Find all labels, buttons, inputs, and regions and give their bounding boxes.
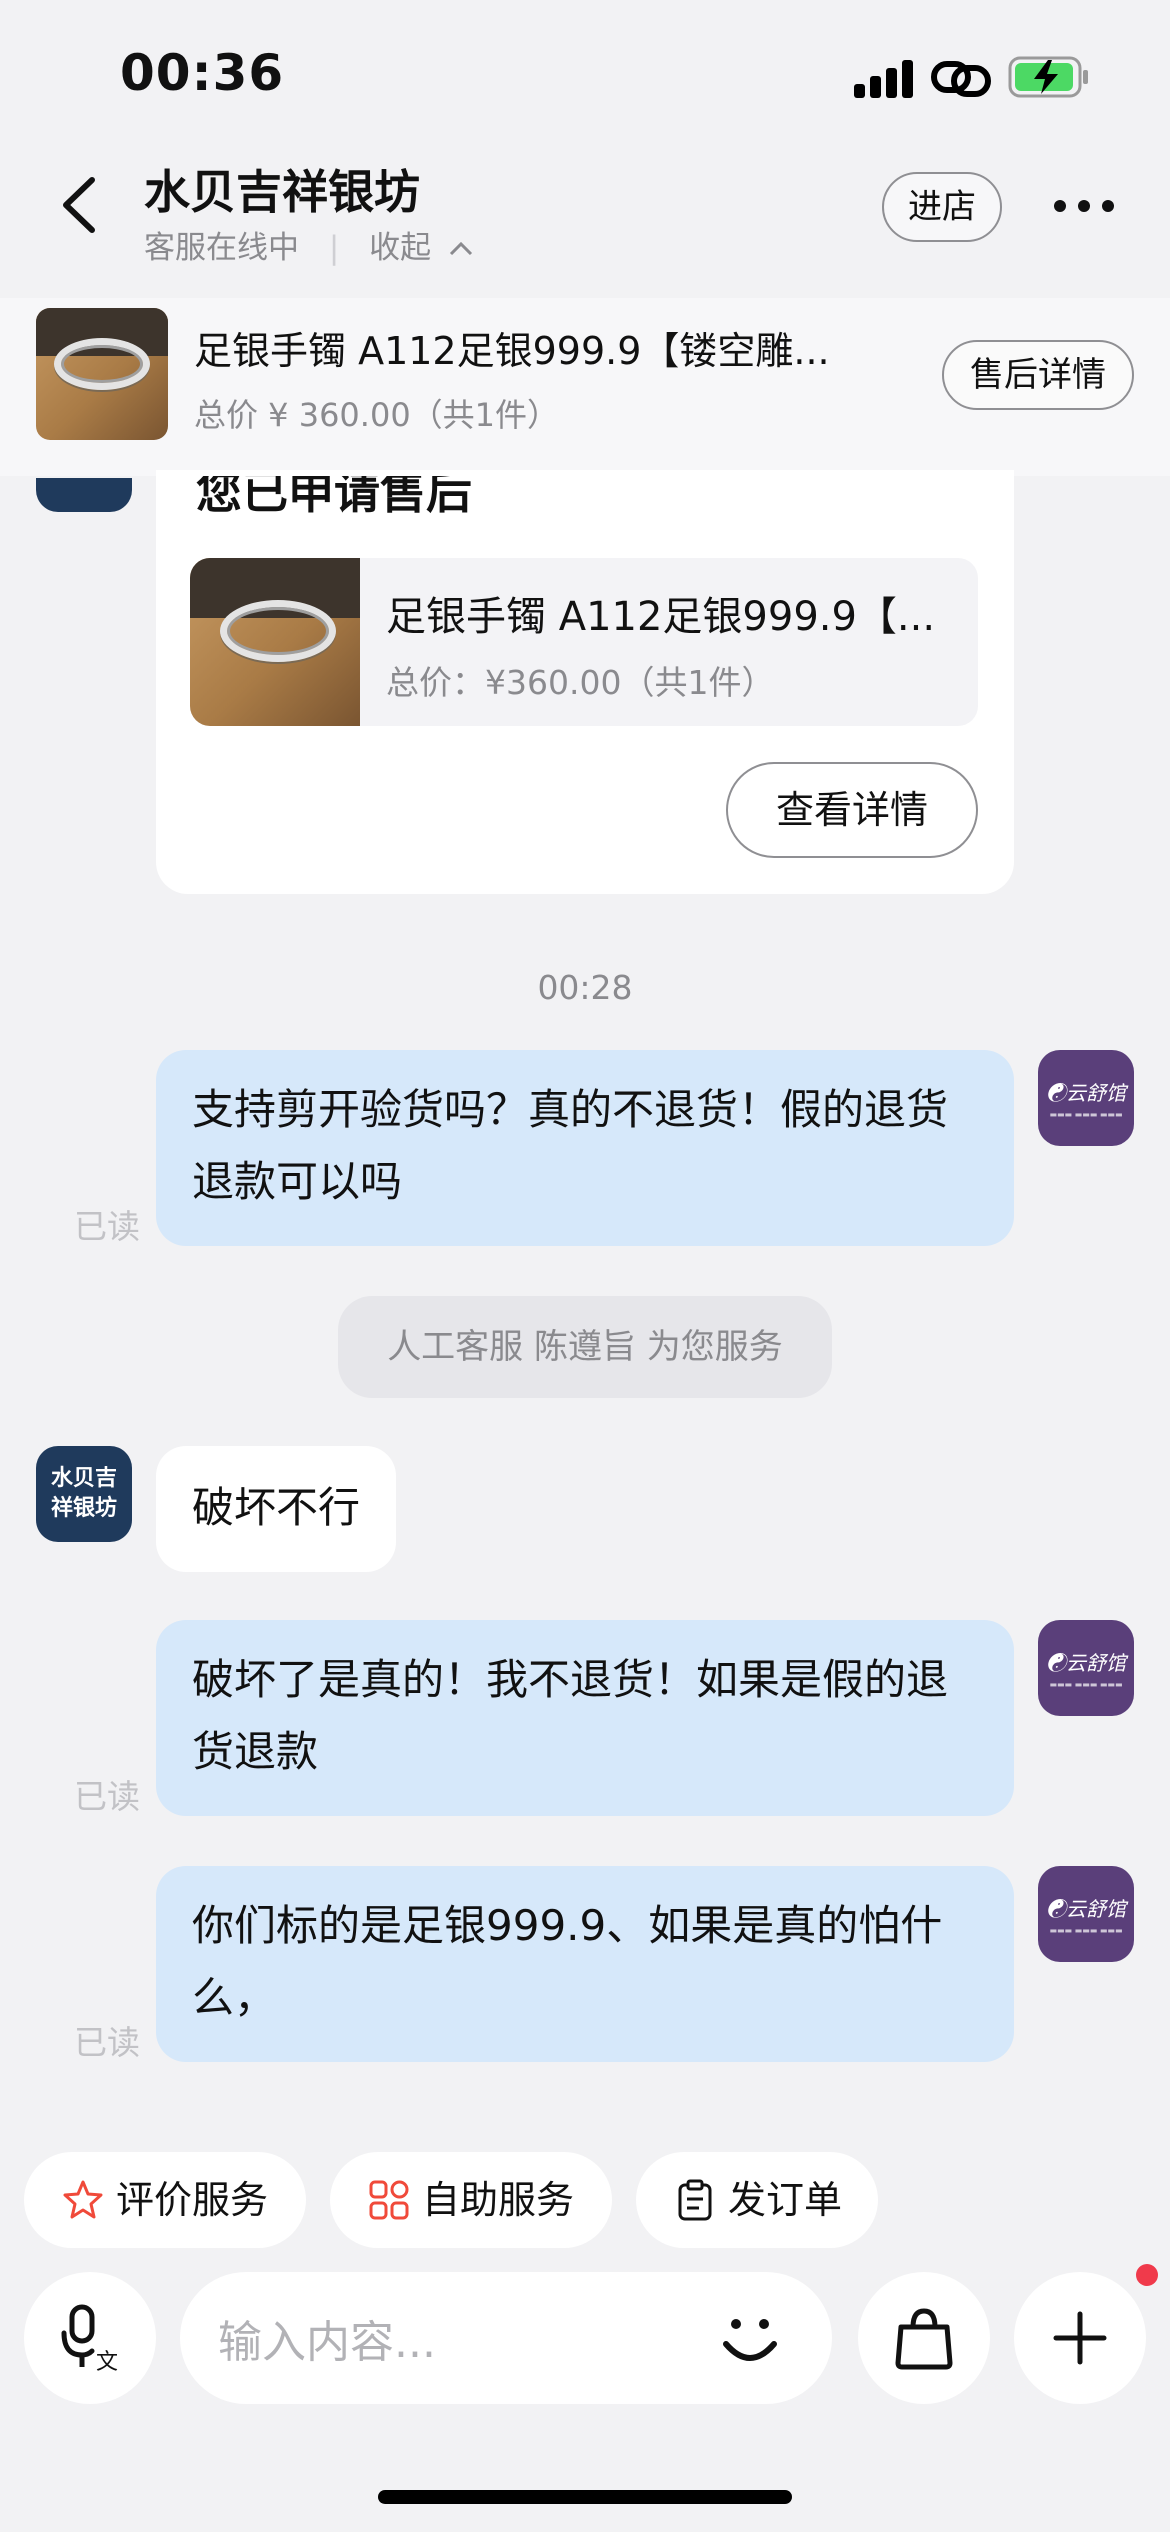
my-message[interactable]: 支持剪开验货吗？真的不退货！假的退货退款可以吗 (156, 1050, 1014, 1246)
chevron-up-icon (449, 241, 473, 256)
shop-message[interactable]: 破坏不行 (156, 1446, 397, 1572)
status-time: 00:36 (120, 44, 285, 102)
product-thumbnail[interactable] (36, 308, 168, 440)
card-product-price: 总价：¥360.00（共1件） (386, 663, 775, 702)
send-order-chip[interactable]: 发订单 (636, 2152, 878, 2248)
read-status: 已读 (74, 1777, 140, 1816)
clipboard-icon (678, 2179, 712, 2221)
service-status: 客服在线中 | 收起 (144, 222, 475, 267)
shop-title[interactable]: 水贝吉祥银坊 (144, 156, 420, 222)
aftersale-details-button[interactable]: 售后详情 (942, 340, 1134, 410)
notification-dot (1136, 2264, 1158, 2286)
shopping-bag-icon (895, 2308, 953, 2370)
timestamp: 00:28 (537, 968, 633, 1007)
chip-label: 自助服务 (422, 2178, 575, 2222)
rate-service-chip[interactable]: 评价服务 (24, 2152, 306, 2248)
product-title[interactable]: 足银手镯 A112足银999.9【镂空雕... (194, 320, 830, 375)
card-title: 您已申请售后 (196, 476, 472, 519)
plus-button[interactable] (1014, 2272, 1146, 2404)
my-message[interactable]: 破坏了是真的！我不退货！如果是假的退货退款 (156, 1620, 1014, 1816)
chip-label: 发订单 (728, 2178, 843, 2222)
user-avatar[interactable]: ☯云舒馆 ▬▬▬ ▬▬▬ ▬▬▬ (1038, 1050, 1134, 1146)
card-product-thumbnail (190, 558, 360, 726)
battery-icon (1008, 56, 1090, 102)
my-message[interactable]: 你们标的是足银999.9、如果是真的怕什么， (156, 1866, 1014, 2062)
card-title-clip: 您已申请售后 (156, 476, 1014, 536)
self-service-chip[interactable]: 自助服务 (330, 2152, 612, 2248)
shop-avatar[interactable]: 水贝吉 祥银坊 (36, 1446, 132, 1542)
plus-icon (1053, 2311, 1107, 2365)
chip-label: 评价服务 (116, 2178, 269, 2222)
product-price: 总价 ¥ 360.00（共1件） (194, 396, 560, 434)
user-avatar[interactable]: ☯云舒馆 ▬▬▬ ▬▬▬ ▬▬▬ (1038, 1866, 1134, 1962)
more-dots-icon (1054, 200, 1114, 212)
bag-button[interactable] (858, 2272, 990, 2404)
emoji-button[interactable] (712, 2300, 788, 2376)
back-button[interactable] (52, 170, 112, 240)
divider: | (328, 230, 340, 266)
view-details-button[interactable]: 查看详情 (726, 762, 978, 858)
star-icon (63, 2180, 103, 2219)
more-button[interactable] (1052, 196, 1116, 216)
online-status: 客服在线中 (144, 230, 299, 266)
home-indicator[interactable] (378, 2490, 792, 2504)
chevron-left-icon (63, 177, 95, 233)
link-icon (930, 56, 992, 106)
card-product-title: 足银手镯 A112足银999.9【... (386, 594, 936, 640)
system-notice: 人工客服 陈遵旨 为您服务 (338, 1296, 832, 1398)
grid-icon (369, 2180, 409, 2220)
read-status: 已读 (74, 1207, 140, 1246)
user-avatar[interactable]: ☯云舒馆 ▬▬▬ ▬▬▬ ▬▬▬ (1038, 1620, 1134, 1716)
smile-icon (723, 2319, 777, 2361)
collapse-toggle[interactable]: 收起 (369, 230, 475, 266)
input-placeholder: 输入内容... (218, 2317, 436, 2368)
svg-text:文: 文 (96, 2349, 118, 2373)
read-status: 已读 (74, 2023, 140, 2062)
enter-shop-button[interactable]: 进店 (882, 172, 1002, 242)
collapse-label: 收起 (369, 230, 432, 266)
signal-icon (854, 58, 914, 98)
voice-to-text-icon: 文 (61, 2304, 118, 2373)
voice-button[interactable]: 文 (24, 2272, 156, 2404)
